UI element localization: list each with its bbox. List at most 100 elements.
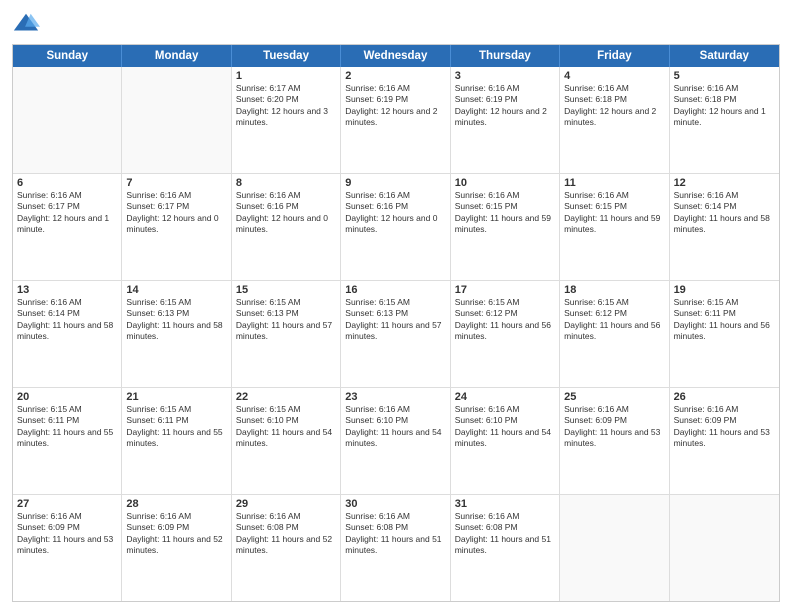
calendar-cell: 30Sunrise: 6:16 AMSunset: 6:08 PMDayligh… [341,495,450,601]
calendar-cell: 5Sunrise: 6:16 AMSunset: 6:18 PMDaylight… [670,67,779,173]
day-number: 13 [17,284,117,296]
day-info: Sunrise: 6:15 AMSunset: 6:10 PMDaylight:… [236,404,336,450]
header-day-friday: Friday [560,45,669,67]
header [12,10,780,38]
day-number: 1 [236,70,336,82]
day-number: 4 [564,70,664,82]
day-info: Sunrise: 6:16 AMSunset: 6:16 PMDaylight:… [345,190,445,236]
calendar-cell [122,67,231,173]
day-info: Sunrise: 6:15 AMSunset: 6:13 PMDaylight:… [126,297,226,343]
day-info: Sunrise: 6:16 AMSunset: 6:17 PMDaylight:… [126,190,226,236]
day-number: 19 [674,284,775,296]
calendar-cell: 28Sunrise: 6:16 AMSunset: 6:09 PMDayligh… [122,495,231,601]
header-day-tuesday: Tuesday [232,45,341,67]
day-info: Sunrise: 6:16 AMSunset: 6:08 PMDaylight:… [455,511,555,557]
day-info: Sunrise: 6:16 AMSunset: 6:14 PMDaylight:… [674,190,775,236]
calendar-cell [670,495,779,601]
calendar-cell: 7Sunrise: 6:16 AMSunset: 6:17 PMDaylight… [122,174,231,280]
calendar-cell: 23Sunrise: 6:16 AMSunset: 6:10 PMDayligh… [341,388,450,494]
day-info: Sunrise: 6:16 AMSunset: 6:09 PMDaylight:… [17,511,117,557]
calendar-cell: 26Sunrise: 6:16 AMSunset: 6:09 PMDayligh… [670,388,779,494]
day-number: 18 [564,284,664,296]
day-info: Sunrise: 6:16 AMSunset: 6:18 PMDaylight:… [564,83,664,129]
day-number: 24 [455,391,555,403]
calendar-cell: 21Sunrise: 6:15 AMSunset: 6:11 PMDayligh… [122,388,231,494]
day-info: Sunrise: 6:15 AMSunset: 6:11 PMDaylight:… [674,297,775,343]
day-info: Sunrise: 6:16 AMSunset: 6:09 PMDaylight:… [674,404,775,450]
calendar-cell: 10Sunrise: 6:16 AMSunset: 6:15 PMDayligh… [451,174,560,280]
day-number: 31 [455,498,555,510]
day-info: Sunrise: 6:16 AMSunset: 6:19 PMDaylight:… [455,83,555,129]
calendar-week-1: 1Sunrise: 6:17 AMSunset: 6:20 PMDaylight… [13,67,779,173]
day-info: Sunrise: 6:17 AMSunset: 6:20 PMDaylight:… [236,83,336,129]
day-info: Sunrise: 6:16 AMSunset: 6:16 PMDaylight:… [236,190,336,236]
day-info: Sunrise: 6:15 AMSunset: 6:13 PMDaylight:… [345,297,445,343]
day-info: Sunrise: 6:16 AMSunset: 6:10 PMDaylight:… [455,404,555,450]
day-info: Sunrise: 6:15 AMSunset: 6:13 PMDaylight:… [236,297,336,343]
day-number: 5 [674,70,775,82]
calendar-cell: 22Sunrise: 6:15 AMSunset: 6:10 PMDayligh… [232,388,341,494]
calendar-body: 1Sunrise: 6:17 AMSunset: 6:20 PMDaylight… [13,67,779,601]
day-number: 21 [126,391,226,403]
header-day-saturday: Saturday [670,45,779,67]
day-info: Sunrise: 6:16 AMSunset: 6:09 PMDaylight:… [564,404,664,450]
day-number: 28 [126,498,226,510]
calendar-header-row: SundayMondayTuesdayWednesdayThursdayFrid… [13,45,779,67]
calendar-cell: 18Sunrise: 6:15 AMSunset: 6:12 PMDayligh… [560,281,669,387]
calendar-cell: 24Sunrise: 6:16 AMSunset: 6:10 PMDayligh… [451,388,560,494]
header-day-wednesday: Wednesday [341,45,450,67]
calendar-cell: 16Sunrise: 6:15 AMSunset: 6:13 PMDayligh… [341,281,450,387]
day-number: 17 [455,284,555,296]
day-number: 29 [236,498,336,510]
calendar-cell: 25Sunrise: 6:16 AMSunset: 6:09 PMDayligh… [560,388,669,494]
calendar-cell: 1Sunrise: 6:17 AMSunset: 6:20 PMDaylight… [232,67,341,173]
calendar-week-2: 6Sunrise: 6:16 AMSunset: 6:17 PMDaylight… [13,173,779,280]
day-info: Sunrise: 6:16 AMSunset: 6:17 PMDaylight:… [17,190,117,236]
logo-icon [12,10,40,38]
day-info: Sunrise: 6:16 AMSunset: 6:09 PMDaylight:… [126,511,226,557]
day-number: 11 [564,177,664,189]
calendar-week-5: 27Sunrise: 6:16 AMSunset: 6:09 PMDayligh… [13,494,779,601]
day-number: 22 [236,391,336,403]
day-number: 27 [17,498,117,510]
day-number: 10 [455,177,555,189]
day-number: 30 [345,498,445,510]
day-info: Sunrise: 6:16 AMSunset: 6:08 PMDaylight:… [345,511,445,557]
page: SundayMondayTuesdayWednesdayThursdayFrid… [0,0,792,612]
day-number: 3 [455,70,555,82]
day-info: Sunrise: 6:15 AMSunset: 6:12 PMDaylight:… [455,297,555,343]
day-info: Sunrise: 6:15 AMSunset: 6:11 PMDaylight:… [17,404,117,450]
calendar-cell: 20Sunrise: 6:15 AMSunset: 6:11 PMDayligh… [13,388,122,494]
day-info: Sunrise: 6:16 AMSunset: 6:14 PMDaylight:… [17,297,117,343]
calendar-week-4: 20Sunrise: 6:15 AMSunset: 6:11 PMDayligh… [13,387,779,494]
day-number: 12 [674,177,775,189]
header-day-sunday: Sunday [13,45,122,67]
day-number: 6 [17,177,117,189]
day-info: Sunrise: 6:16 AMSunset: 6:10 PMDaylight:… [345,404,445,450]
calendar-cell: 6Sunrise: 6:16 AMSunset: 6:17 PMDaylight… [13,174,122,280]
day-number: 7 [126,177,226,189]
day-number: 16 [345,284,445,296]
day-info: Sunrise: 6:16 AMSunset: 6:18 PMDaylight:… [674,83,775,129]
day-number: 8 [236,177,336,189]
calendar: SundayMondayTuesdayWednesdayThursdayFrid… [12,44,780,602]
logo [12,10,44,38]
calendar-cell [560,495,669,601]
calendar-cell: 11Sunrise: 6:16 AMSunset: 6:15 PMDayligh… [560,174,669,280]
day-info: Sunrise: 6:16 AMSunset: 6:19 PMDaylight:… [345,83,445,129]
calendar-cell: 19Sunrise: 6:15 AMSunset: 6:11 PMDayligh… [670,281,779,387]
day-number: 26 [674,391,775,403]
day-number: 25 [564,391,664,403]
day-info: Sunrise: 6:15 AMSunset: 6:11 PMDaylight:… [126,404,226,450]
calendar-cell: 14Sunrise: 6:15 AMSunset: 6:13 PMDayligh… [122,281,231,387]
day-info: Sunrise: 6:16 AMSunset: 6:15 PMDaylight:… [455,190,555,236]
calendar-cell: 29Sunrise: 6:16 AMSunset: 6:08 PMDayligh… [232,495,341,601]
day-number: 23 [345,391,445,403]
calendar-cell: 2Sunrise: 6:16 AMSunset: 6:19 PMDaylight… [341,67,450,173]
calendar-cell: 12Sunrise: 6:16 AMSunset: 6:14 PMDayligh… [670,174,779,280]
calendar-cell: 15Sunrise: 6:15 AMSunset: 6:13 PMDayligh… [232,281,341,387]
day-number: 14 [126,284,226,296]
calendar-cell: 8Sunrise: 6:16 AMSunset: 6:16 PMDaylight… [232,174,341,280]
day-info: Sunrise: 6:16 AMSunset: 6:15 PMDaylight:… [564,190,664,236]
day-info: Sunrise: 6:16 AMSunset: 6:08 PMDaylight:… [236,511,336,557]
